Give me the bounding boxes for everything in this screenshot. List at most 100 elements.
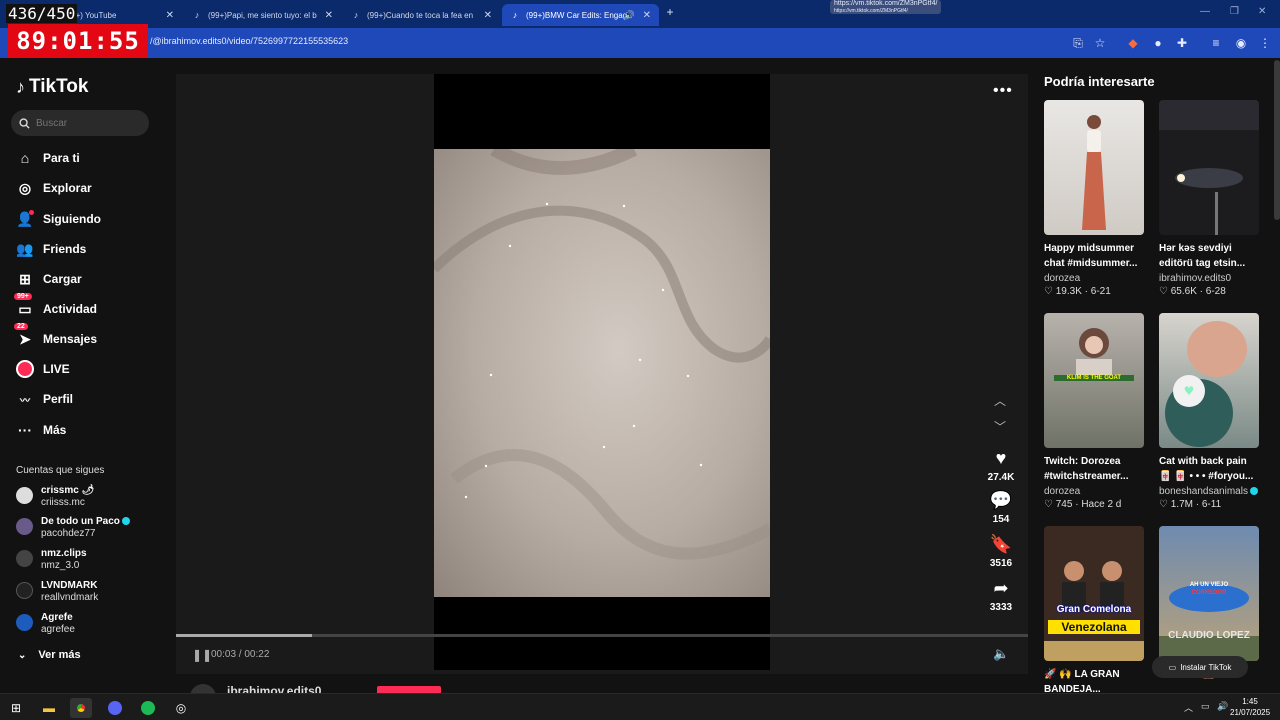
see-more-button[interactable]: ⌄ Ver más [18, 649, 81, 661]
thumbnail-caption: AH UN VIEJO [1189, 582, 1229, 588]
friends-icon: 👥 [16, 240, 34, 257]
close-tab-icon[interactable]: ✕ [166, 10, 174, 21]
discord-icon[interactable] [104, 698, 126, 718]
minimize-icon[interactable]: — [1200, 6, 1210, 17]
install-app-icon[interactable]: ⎘ [1070, 35, 1086, 51]
recommendation-card[interactable]: Gran Comelona Venezolana 🚀 🙌 LA GRAN BAN… [1044, 526, 1144, 695]
volume-icon[interactable]: 🔈 [993, 646, 1009, 662]
avatar [16, 518, 33, 535]
compass-icon: ◎ [18, 179, 32, 196]
pause-icon[interactable]: ❚❚ [192, 648, 212, 662]
audio-icon[interactable]: 🔊 [624, 10, 635, 21]
volume-tray-icon[interactable]: 🔊 [1217, 701, 1228, 712]
browser-menu-icon[interactable]: ⋮ [1257, 35, 1273, 51]
account-item[interactable]: De todo un Paco pacohdez77 [16, 516, 130, 539]
page-scrollbar[interactable] [1274, 60, 1280, 220]
recommendation-card[interactable]: KLIM IS THE GOAT Twitch: Dorozea #twitch… [1044, 313, 1144, 510]
close-tab-icon[interactable]: ✕ [325, 10, 333, 21]
avatar [16, 487, 33, 504]
media-control-icon[interactable]: ≡ [1208, 35, 1224, 51]
video-frame[interactable] [434, 149, 770, 597]
account-item[interactable]: Agrefe agrefee [16, 612, 75, 635]
recommendation-card[interactable]: Happy midsummer chat #midsummer... doroz… [1044, 100, 1144, 297]
account-item[interactable]: nmz.clips nmz_3.0 [16, 548, 87, 571]
tiktok-icon: ♪ [512, 10, 518, 20]
recommendation-card[interactable]: ♥ Cat with back pain 🀄 🀄 • • • #foryou..… [1159, 313, 1259, 510]
spotify-icon[interactable] [137, 698, 159, 718]
maximize-icon[interactable]: ❐ [1230, 6, 1239, 17]
save-button[interactable]: 🔖 3516 [985, 534, 1017, 569]
next-video-icon[interactable]: ﹀ [994, 418, 1006, 435]
system-clock[interactable]: 1:45 21/07/2025 [1230, 696, 1270, 718]
thumbnail-caption: Gran Comelona [1056, 604, 1132, 615]
nav-mas[interactable]: ··· Más [16, 421, 66, 439]
tray-arrow-icon[interactable]: ︿ [1184, 701, 1193, 714]
nav-perfil[interactable]: 〰 Perfil [16, 390, 73, 408]
tab-papi[interactable]: ♪ (99+)Papi, me siento tuyo: el b ✕ [184, 4, 341, 26]
profile-avatar-icon[interactable]: ◉ [1233, 35, 1249, 51]
recommendation-card[interactable]: Hər kəs sevdiyi editörü tag etsin... ibr… [1159, 100, 1259, 297]
tab-label: (99+)BMW Car Edits: Engag [526, 10, 628, 20]
extension-circle-icon[interactable]: ● [1150, 35, 1166, 51]
verified-icon [1249, 487, 1258, 496]
tab-cuando[interactable]: ♪ (99+)Cuando te toca la fea en ✕ [343, 4, 500, 26]
tiktok-logo[interactable]: ♪ TikTok [16, 76, 88, 98]
messages-badge: 22 [14, 323, 28, 330]
share-icon: ➦ [993, 578, 1009, 598]
browser-tab-bar: ▶ (99+) YouTube ✕ ♪ (99+)Papi, me siento… [0, 0, 1280, 28]
account-item[interactable]: LVNDMARK reallvndmark [16, 580, 98, 603]
new-tab-button[interactable]: + [662, 4, 678, 20]
progress-fill [176, 634, 313, 637]
thumbnail-caption: Venezolana [1048, 620, 1140, 634]
nav-mensajes[interactable]: ➤ 22 Mensajes [14, 323, 97, 348]
extension-fox-icon[interactable]: ◆ [1125, 35, 1141, 51]
url-field[interactable]: /@ibrahimov.edits0/video/752699772215553… [150, 36, 348, 46]
tab-label: (99+)Papi, me siento tuyo: el b [208, 10, 317, 20]
account-item[interactable]: crissmc 🌶 criisss.mc [16, 485, 94, 508]
verified-icon [121, 517, 130, 526]
extensions-icon[interactable]: ✚ [1174, 35, 1190, 51]
heart-outline-icon: ♡ [1159, 499, 1168, 510]
comment-icon: 💬 [989, 490, 1013, 510]
heart-outline-icon: ♡ [1159, 286, 1168, 297]
nav-friends[interactable]: 👥 Friends [16, 240, 86, 258]
chrome-icon[interactable] [70, 698, 92, 718]
nav-cargar[interactable]: ⊞ Cargar [16, 270, 82, 288]
heart-outline-icon: ♡ [1044, 499, 1053, 510]
close-window-icon[interactable]: ✕ [1258, 6, 1266, 17]
nav-actividad[interactable]: ▭ 99+ Actividad [14, 293, 97, 318]
video-thumbnail [1159, 100, 1259, 235]
svg-text:♥: ♥ [1184, 384, 1195, 398]
previous-video-icon[interactable]: ︿ [994, 392, 1006, 409]
comment-button[interactable]: 💬 154 [985, 490, 1017, 525]
like-button[interactable]: ♥ 27.4K [985, 448, 1017, 483]
progress-counter: 436/450 [6, 4, 78, 23]
file-explorer-icon[interactable]: ▬ [38, 698, 60, 718]
search-input[interactable] [36, 117, 136, 129]
windows-start-icon[interactable]: ⊞ [5, 698, 27, 718]
video-progress-bar[interactable] [176, 634, 1028, 637]
close-tab-icon[interactable]: ✕ [643, 10, 651, 21]
windows-taskbar: ⊞ ▬ ◎ ︿ ▭ 🔊 1:45 21/07/2025 [0, 693, 1280, 720]
nav-live[interactable]: LIVE [16, 360, 70, 378]
avatar [16, 582, 33, 599]
nav-explorar[interactable]: ◎ Explorar [16, 179, 92, 197]
tab-bmw[interactable]: ♪ (99+)BMW Car Edits: Engag 🔊 ✕ [502, 4, 659, 26]
nav-siguiendo[interactable]: 👤 Siguiendo [16, 210, 101, 228]
obs-icon[interactable]: ◎ [170, 698, 192, 718]
video-content [434, 149, 770, 560]
network-icon[interactable]: ▭ [1201, 701, 1210, 712]
bookmark-star-icon[interactable]: ☆ [1092, 35, 1108, 51]
chevron-down-icon: ⌄ [18, 649, 27, 661]
close-tab-icon[interactable]: ✕ [484, 10, 492, 21]
video-thumbnail: KLIM IS THE GOAT [1044, 313, 1144, 448]
share-button[interactable]: ➦ 3333 [985, 578, 1017, 613]
tiktok-note-icon: ♪ [16, 76, 25, 97]
avatar [16, 614, 33, 631]
more-options-icon[interactable]: ••• [993, 82, 1013, 100]
nav-para-ti[interactable]: ⌂ Para ti [16, 149, 80, 167]
search-box[interactable] [11, 110, 149, 136]
bookmark-icon: 🔖 [989, 534, 1013, 554]
install-tiktok-button[interactable]: ▭ Instalar TikTok [1152, 656, 1248, 678]
thumbnail-caption: KLIM IS THE GOAT [1054, 375, 1134, 381]
